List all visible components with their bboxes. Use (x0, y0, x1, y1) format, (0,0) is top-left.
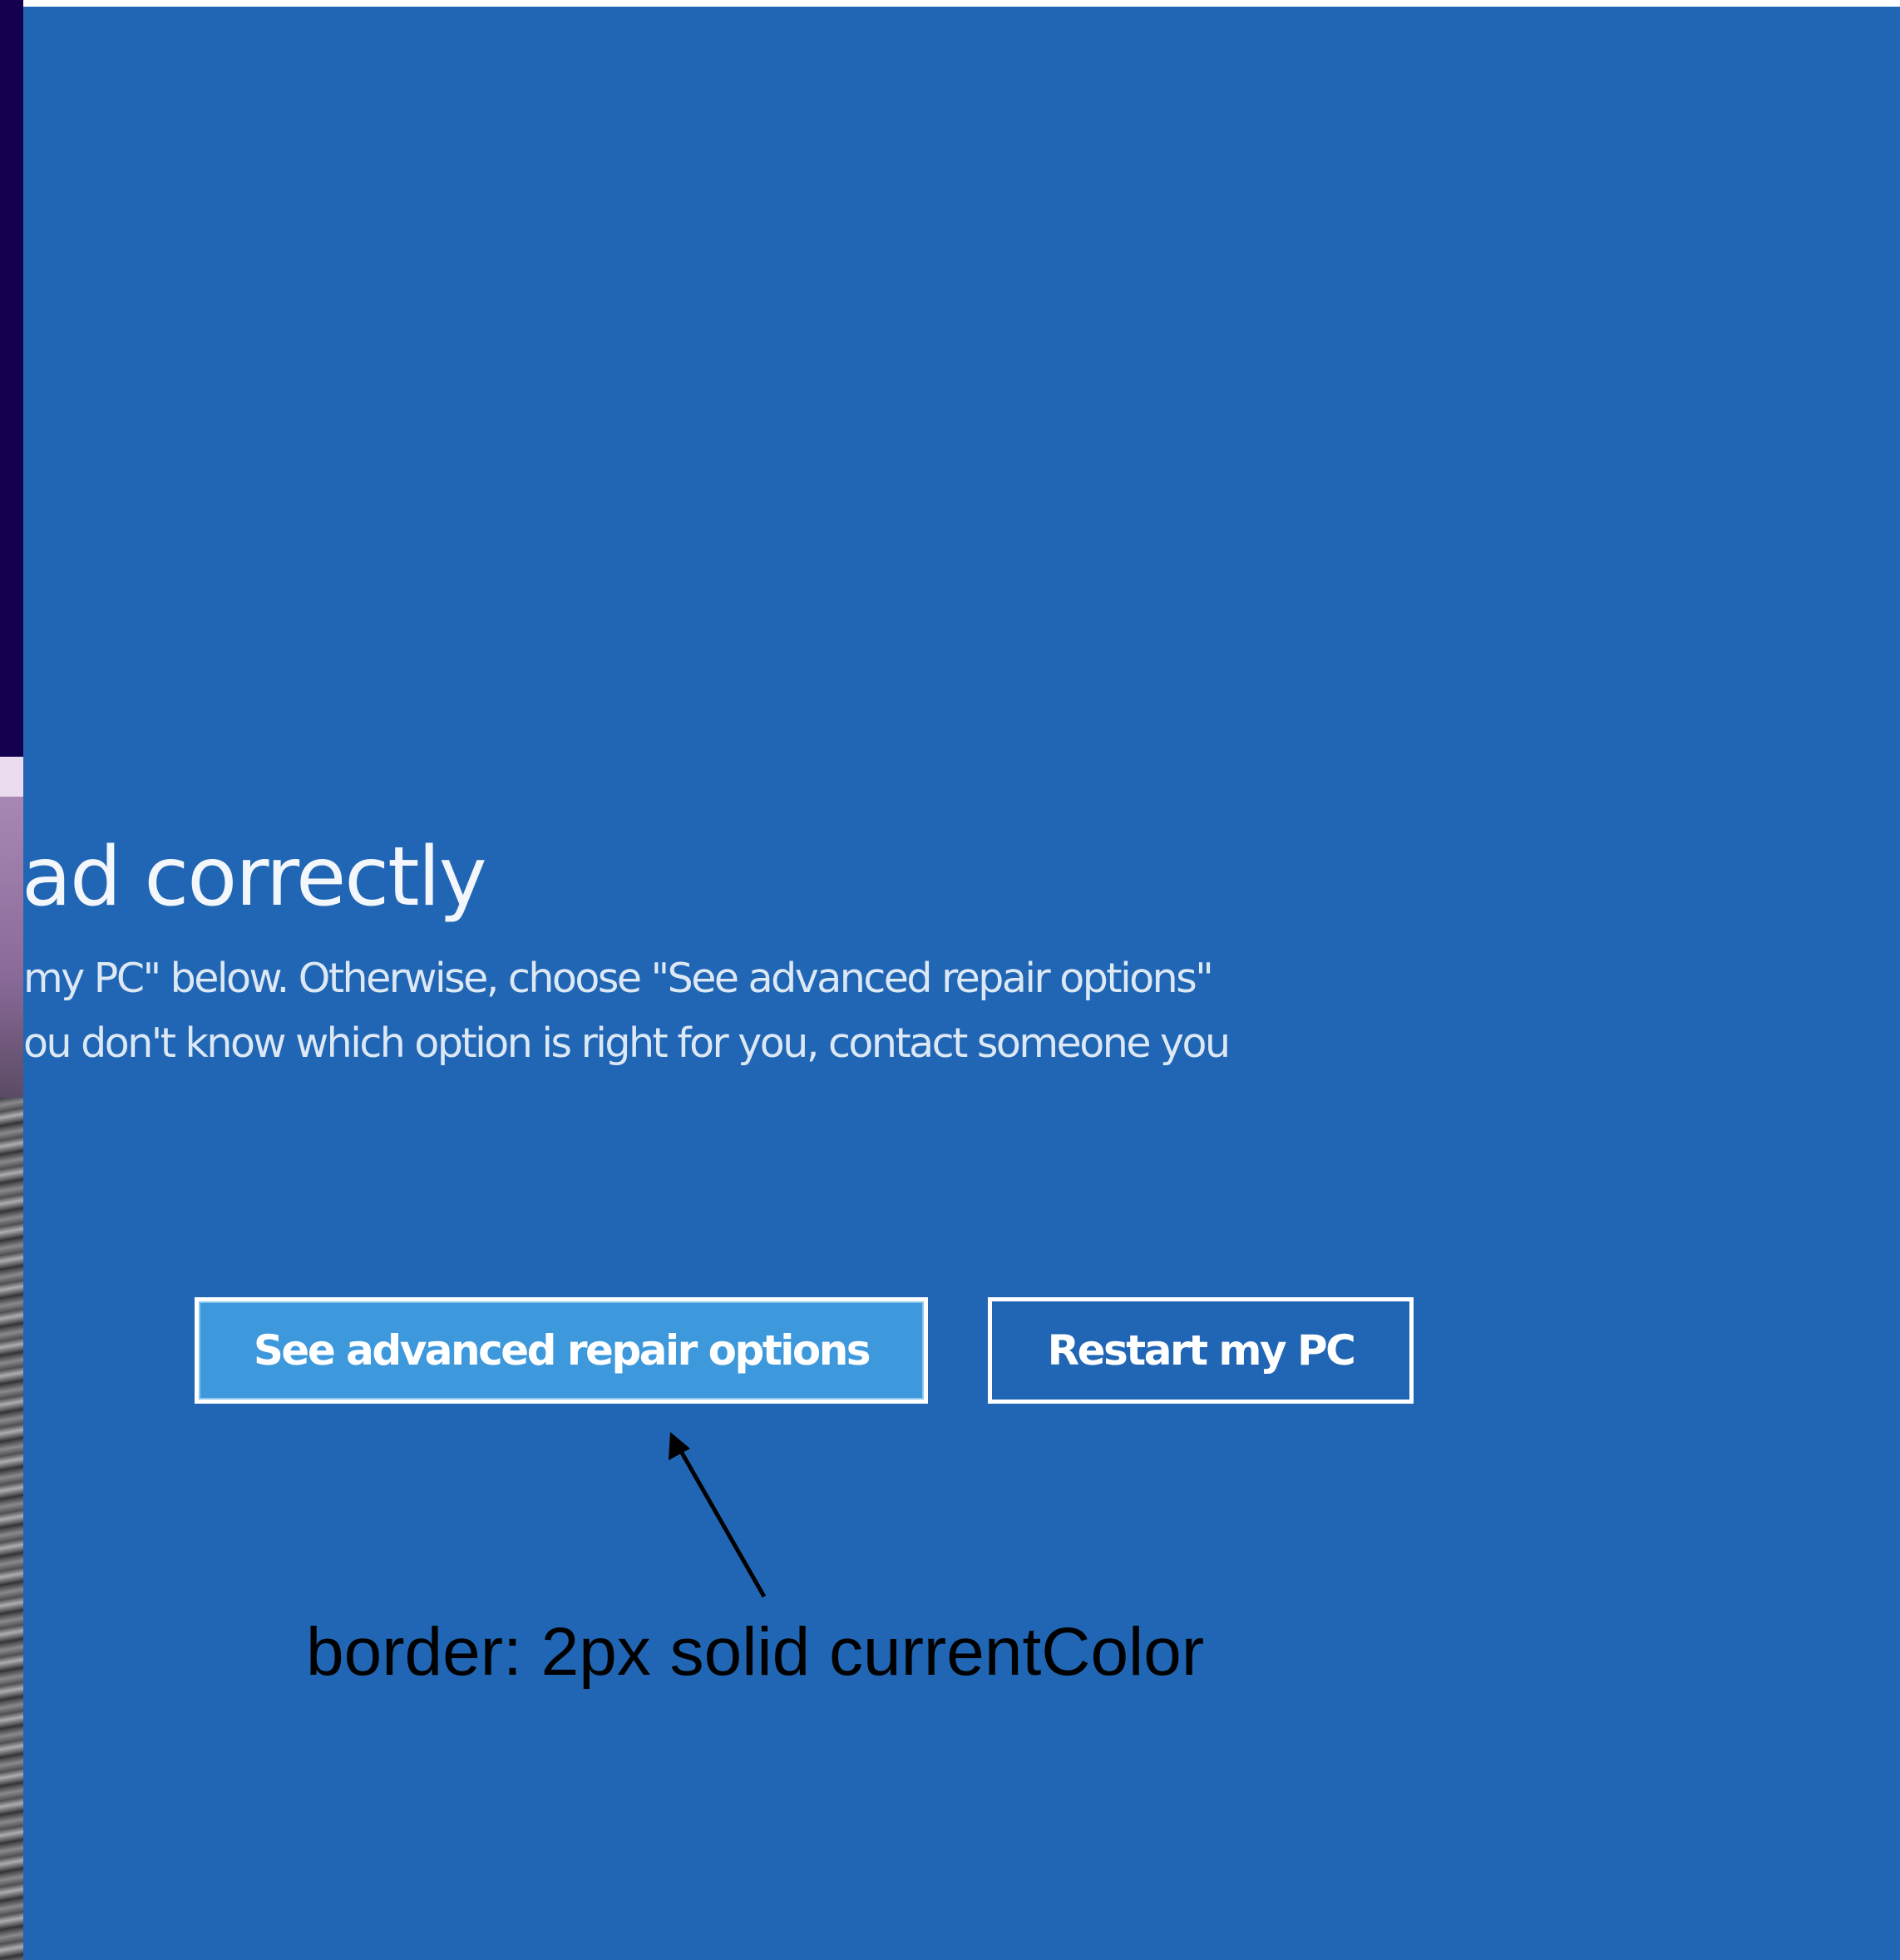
background-rock-image (0, 1098, 23, 1960)
recovery-message-line: ou don't know which option is right for … (23, 1019, 1231, 1067)
background-dark-region (0, 0, 23, 757)
restart-my-pc-button[interactable]: Restart my PC (988, 1297, 1414, 1404)
recovery-title: ad correctly (23, 830, 487, 925)
recovery-message-line: my PC" below. Otherwise, choose "See adv… (23, 955, 1214, 1002)
background-desktop-strip (0, 0, 23, 1960)
annotation-label: border: 2px solid currentColor (306, 1614, 1205, 1690)
see-advanced-repair-options-button[interactable]: See advanced repair options (195, 1297, 928, 1404)
background-purple-region (0, 797, 23, 1098)
background-light-band (0, 757, 23, 797)
annotation-arrow-icon (669, 1432, 767, 1598)
recovery-message: my PC" below. Otherwise, choose "See adv… (23, 946, 1437, 1076)
recovery-screen: ad correctly my PC" below. Otherwise, ch… (23, 7, 1900, 1960)
